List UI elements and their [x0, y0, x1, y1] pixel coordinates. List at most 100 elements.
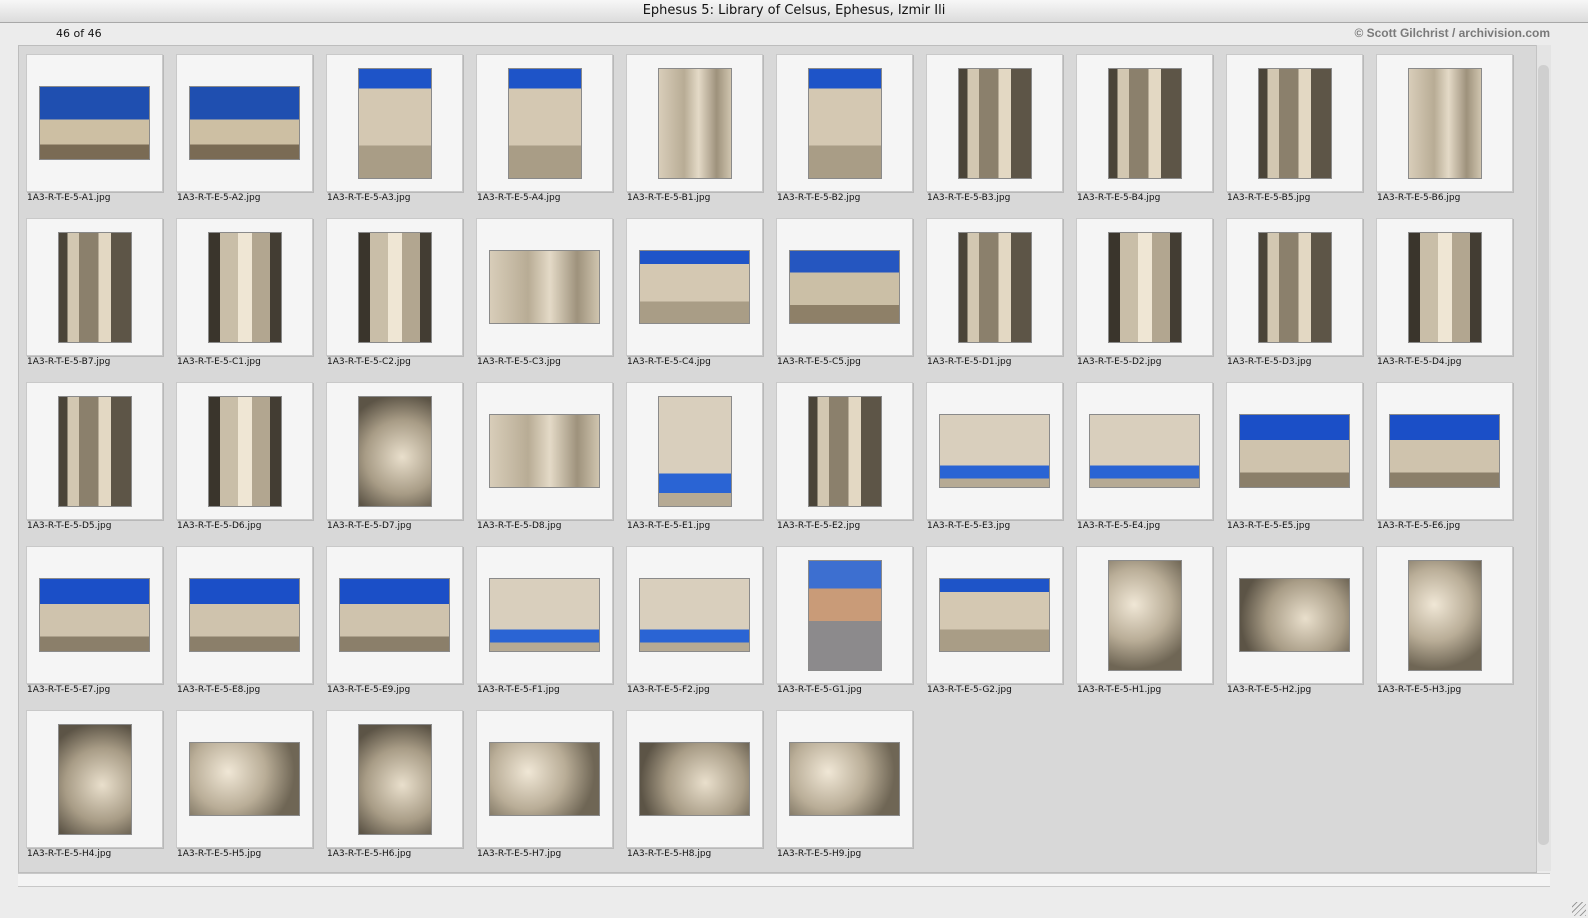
thumbnail-cell[interactable]: 1A3-R-T-E-5-C4.jpg [619, 210, 769, 374]
thumbnail-cell[interactable]: 1A3-R-T-E-5-E8.jpg [169, 538, 319, 702]
thumbnail-image[interactable] [1239, 578, 1350, 652]
thumbnail-image[interactable] [808, 560, 882, 671]
thumbnail-frame[interactable] [176, 710, 313, 848]
thumbnail-frame[interactable] [626, 710, 763, 848]
thumbnail-image[interactable] [189, 578, 300, 652]
thumbnail-cell[interactable]: 1A3-R-T-E-5-H5.jpg [169, 702, 319, 866]
thumbnail-cell[interactable]: 1A3-R-T-E-5-F2.jpg [619, 538, 769, 702]
thumbnail-image[interactable] [189, 742, 300, 816]
thumbnail-frame[interactable] [626, 382, 763, 520]
thumbnail-frame[interactable] [476, 218, 613, 356]
thumbnail-image[interactable] [1089, 414, 1200, 488]
thumbnail-frame[interactable] [476, 710, 613, 848]
thumbnail-cell[interactable]: 1A3-R-T-E-5-B5.jpg [1219, 46, 1369, 210]
thumbnail-frame[interactable] [926, 54, 1063, 192]
thumbnail-cell[interactable]: 1A3-R-T-E-5-E4.jpg [1069, 374, 1219, 538]
thumbnail-cell[interactable]: 1A3-R-T-E-5-A1.jpg [19, 46, 169, 210]
thumbnail-image[interactable] [658, 396, 732, 507]
thumbnail-frame[interactable] [1376, 54, 1513, 192]
thumbnail-image[interactable] [489, 742, 600, 816]
thumbnail-frame[interactable] [1226, 382, 1363, 520]
thumbnail-image[interactable] [208, 396, 282, 507]
thumbnail-cell[interactable]: 1A3-R-T-E-5-C5.jpg [769, 210, 919, 374]
thumbnail-image[interactable] [508, 68, 582, 179]
thumbnail-cell[interactable]: 1A3-R-T-E-5-H3.jpg [1369, 538, 1519, 702]
thumbnail-cell[interactable]: 1A3-R-T-E-5-H4.jpg [19, 702, 169, 866]
thumbnail-cell[interactable]: 1A3-R-T-E-5-H8.jpg [619, 702, 769, 866]
thumbnail-cell[interactable]: 1A3-R-T-E-5-H9.jpg [769, 702, 919, 866]
thumbnail-image[interactable] [1408, 68, 1482, 179]
thumbnail-cell[interactable]: 1A3-R-T-E-5-B1.jpg [619, 46, 769, 210]
thumbnail-frame[interactable] [776, 218, 913, 356]
thumbnail-image[interactable] [339, 578, 450, 652]
thumbnail-cell[interactable]: 1A3-R-T-E-5-E5.jpg [1219, 374, 1369, 538]
thumbnail-cell[interactable]: 1A3-R-T-E-5-H1.jpg [1069, 538, 1219, 702]
thumbnail-cell[interactable]: 1A3-R-T-E-5-B7.jpg [19, 210, 169, 374]
thumbnail-cell[interactable]: 1A3-R-T-E-5-D3.jpg [1219, 210, 1369, 374]
thumbnail-image[interactable] [958, 68, 1032, 179]
scroll-thumb[interactable] [1538, 65, 1549, 845]
thumbnail-cell[interactable]: 1A3-R-T-E-5-D1.jpg [919, 210, 1069, 374]
thumbnail-frame[interactable] [176, 546, 313, 684]
thumbnail-frame[interactable] [326, 54, 463, 192]
thumbnail-frame[interactable] [1076, 382, 1213, 520]
resize-grip-icon[interactable] [1572, 902, 1586, 916]
thumbnail-image[interactable] [639, 578, 750, 652]
thumbnail-frame[interactable] [1076, 54, 1213, 192]
thumbnail-image[interactable] [39, 578, 150, 652]
thumbnail-cell[interactable]: 1A3-R-T-E-5-A2.jpg [169, 46, 319, 210]
thumbnail-frame[interactable] [26, 710, 163, 848]
thumbnail-image[interactable] [939, 578, 1050, 652]
thumbnail-cell[interactable]: 1A3-R-T-E-5-E6.jpg [1369, 374, 1519, 538]
thumbnail-frame[interactable] [926, 546, 1063, 684]
thumbnail-image[interactable] [1408, 560, 1482, 671]
thumbnail-cell[interactable]: 1A3-R-T-E-5-B4.jpg [1069, 46, 1219, 210]
thumbnail-cell[interactable]: 1A3-R-T-E-5-B2.jpg [769, 46, 919, 210]
thumbnail-cell[interactable]: 1A3-R-T-E-5-A3.jpg [319, 46, 469, 210]
thumbnail-image[interactable] [489, 414, 600, 488]
thumbnail-frame[interactable] [476, 546, 613, 684]
thumbnail-frame[interactable] [626, 54, 763, 192]
thumbnail-image[interactable] [639, 250, 750, 324]
thumbnail-frame[interactable] [1226, 546, 1363, 684]
thumbnail-cell[interactable]: 1A3-R-T-E-5-D7.jpg [319, 374, 469, 538]
thumbnail-image[interactable] [58, 724, 132, 835]
thumbnail-image[interactable] [1108, 232, 1182, 343]
thumbnail-frame[interactable] [1076, 546, 1213, 684]
horizontal-scrollbar[interactable] [18, 873, 1550, 887]
thumbnail-image[interactable] [358, 396, 432, 507]
thumbnail-cell[interactable]: 1A3-R-T-E-5-F1.jpg [469, 538, 619, 702]
thumbnail-cell[interactable]: 1A3-R-T-E-5-E3.jpg [919, 374, 1069, 538]
thumbnail-image[interactable] [489, 250, 600, 324]
thumbnail-frame[interactable] [476, 54, 613, 192]
thumbnail-cell[interactable]: 1A3-R-T-E-5-D8.jpg [469, 374, 619, 538]
thumbnail-cell[interactable]: 1A3-R-T-E-5-H7.jpg [469, 702, 619, 866]
thumbnail-frame[interactable] [326, 218, 463, 356]
thumbnail-image[interactable] [808, 68, 882, 179]
thumbnail-image[interactable] [658, 68, 732, 179]
thumbnail-frame[interactable] [626, 546, 763, 684]
thumbnail-image[interactable] [789, 250, 900, 324]
thumbnail-cell[interactable]: 1A3-R-T-E-5-C3.jpg [469, 210, 619, 374]
thumbnail-cell[interactable]: 1A3-R-T-E-5-G2.jpg [919, 538, 1069, 702]
thumbnail-cell[interactable]: 1A3-R-T-E-5-E7.jpg [19, 538, 169, 702]
thumbnail-image[interactable] [189, 86, 300, 160]
thumbnail-cell[interactable]: 1A3-R-T-E-5-B3.jpg [919, 46, 1069, 210]
thumbnail-cell[interactable]: 1A3-R-T-E-5-C2.jpg [319, 210, 469, 374]
thumbnail-image[interactable] [1389, 414, 1500, 488]
thumbnail-cell[interactable]: 1A3-R-T-E-5-E9.jpg [319, 538, 469, 702]
thumbnail-frame[interactable] [326, 546, 463, 684]
thumbnail-frame[interactable] [1226, 218, 1363, 356]
thumbnail-image[interactable] [1108, 68, 1182, 179]
thumbnail-frame[interactable] [1376, 546, 1513, 684]
thumbnail-cell[interactable]: 1A3-R-T-E-5-D2.jpg [1069, 210, 1219, 374]
thumbnail-frame[interactable] [1376, 382, 1513, 520]
thumbnail-frame[interactable] [476, 382, 613, 520]
thumbnail-frame[interactable] [1376, 218, 1513, 356]
thumbnail-image[interactable] [58, 232, 132, 343]
thumbnail-frame[interactable] [776, 54, 913, 192]
thumbnail-image[interactable] [1408, 232, 1482, 343]
thumbnail-image[interactable] [489, 578, 600, 652]
thumbnail-cell[interactable]: 1A3-R-T-E-5-G1.jpg [769, 538, 919, 702]
thumbnail-frame[interactable] [626, 218, 763, 356]
